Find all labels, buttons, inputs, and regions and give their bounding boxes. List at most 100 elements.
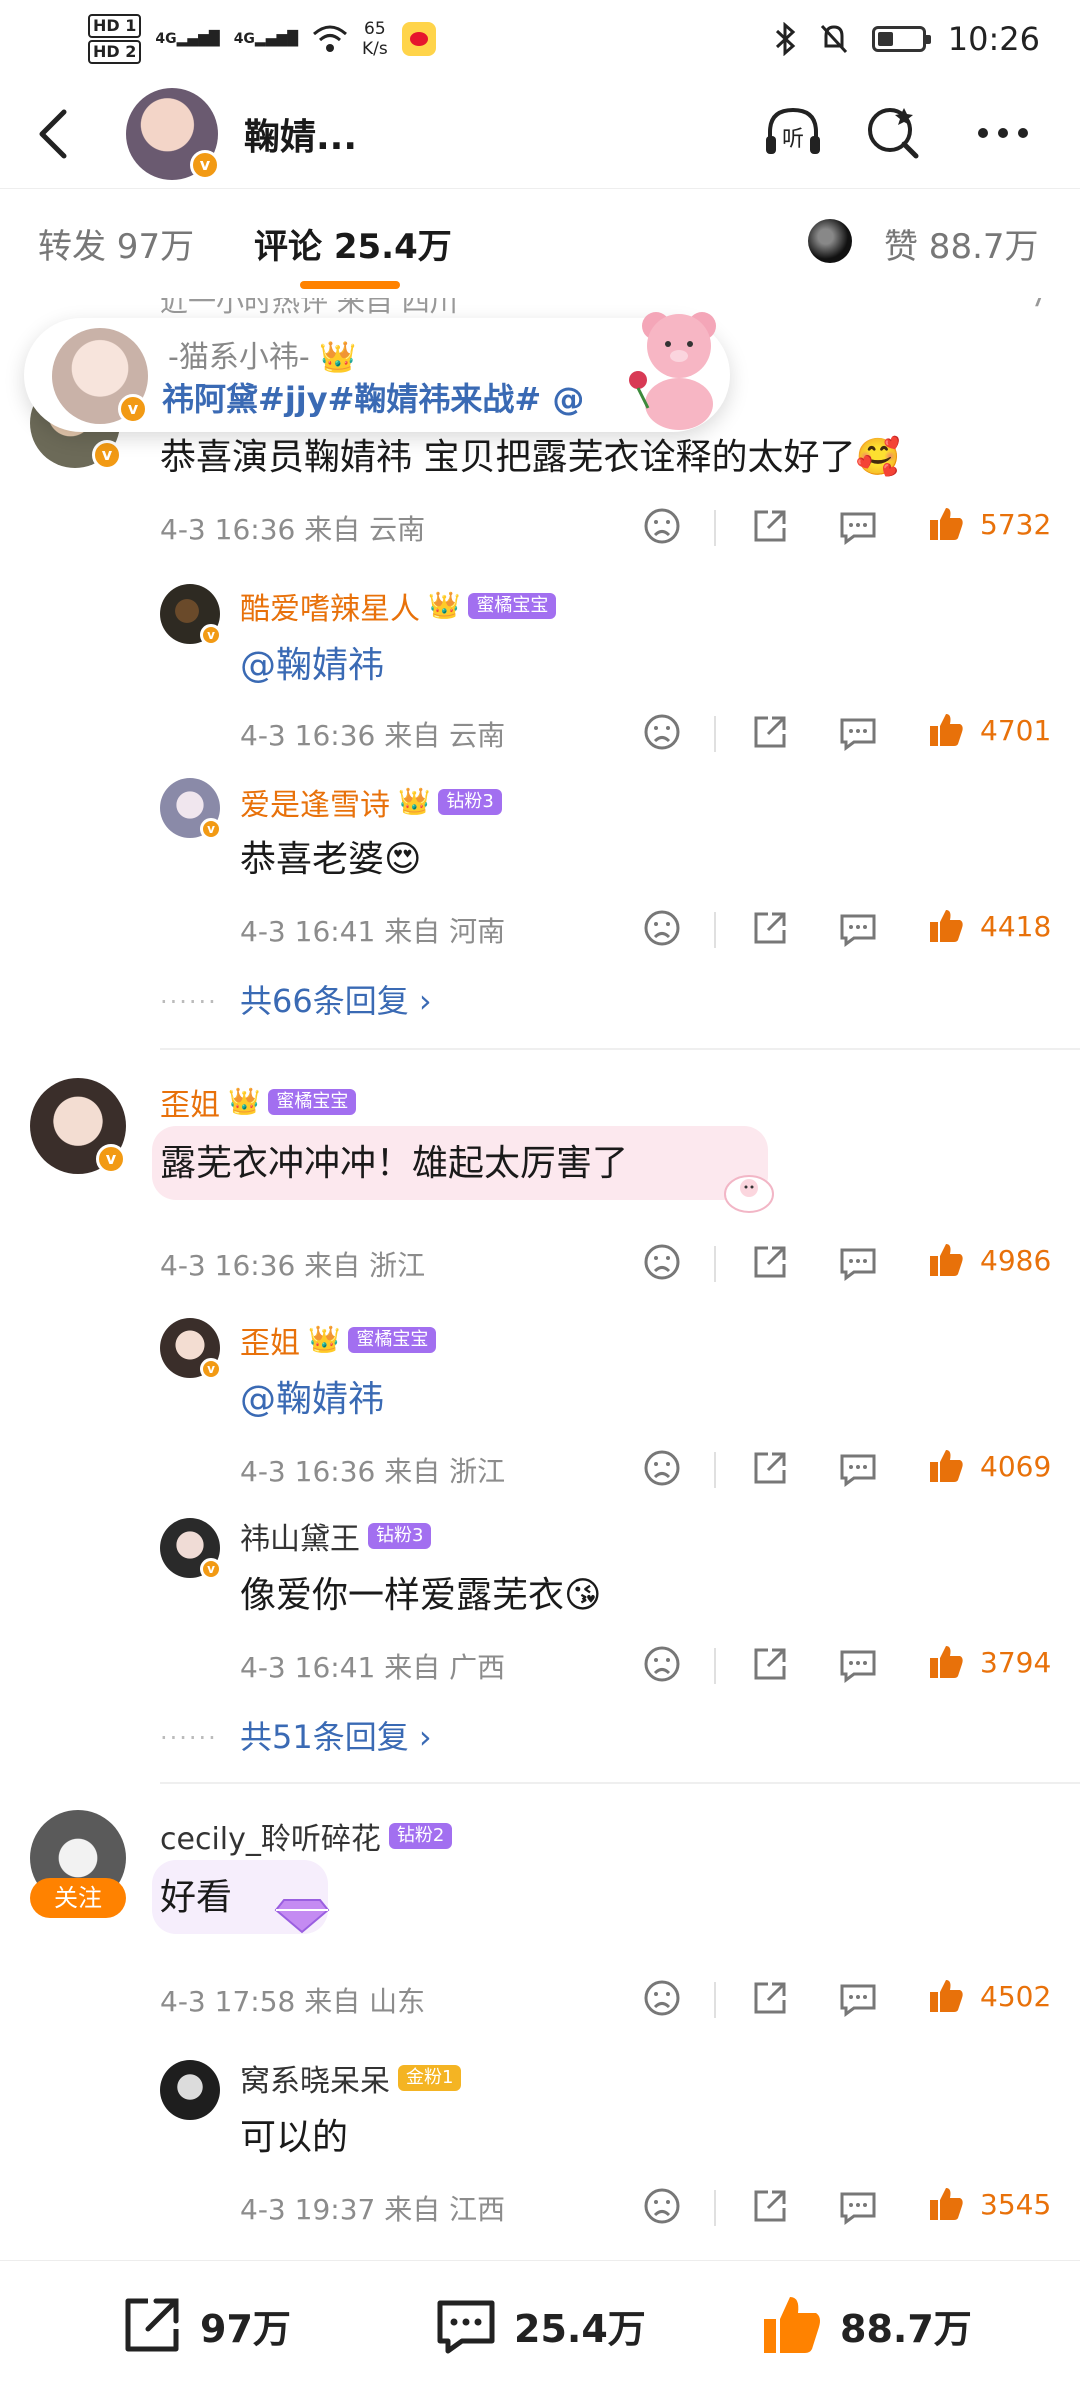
network-speed: 65 K/s: [362, 19, 388, 59]
like-thumb-icon[interactable]: [926, 1642, 966, 1682]
comment-meta: 4-3 16:36 来自 云南: [160, 513, 426, 546]
reply-avatar[interactable]: v: [160, 584, 222, 646]
more-replies-link[interactable]: 共66条回复 ›: [240, 976, 432, 1022]
action-divider: [714, 1452, 716, 1488]
more-options-icon[interactable]: [970, 100, 1036, 166]
share-icon[interactable]: [750, 1644, 790, 1684]
fan-badge: 蜜橘宝宝: [468, 593, 557, 619]
dislike-face-icon[interactable]: [642, 712, 682, 752]
fan-badge: 金粉1: [398, 2065, 462, 2091]
tab-comment[interactable]: 评论 25.4万: [254, 219, 452, 268]
reply-avatar[interactable]: v: [160, 1518, 222, 1580]
dislike-face-icon[interactable]: [642, 1644, 682, 1684]
like-thumb-icon[interactable]: [926, 1976, 966, 2016]
reply-text: 可以的: [240, 2117, 349, 2158]
floating-hot-comment-card[interactable]: v -猫系小祎- 👑 祎阿黛#jjy#鞠婧祎来战# @鞠: [24, 312, 730, 432]
liker-avatar: [808, 219, 852, 263]
tab-like[interactable]: 赞 88.7万: [884, 219, 1039, 268]
crown-icon: 👑: [228, 1087, 261, 1117]
reply-username[interactable]: 爱是逢雪诗 👑 钻粉3: [240, 780, 502, 824]
like-thumb-icon: [764, 2297, 820, 2353]
share-icon[interactable]: [750, 1448, 790, 1488]
reply-avatar[interactable]: v: [160, 1318, 222, 1380]
like-thumb-icon[interactable]: [926, 504, 966, 544]
dislike-face-icon[interactable]: [642, 2186, 682, 2226]
hd-indicator: HD 1 HD 2: [88, 14, 142, 64]
dislike-face-icon[interactable]: [642, 1448, 682, 1488]
like-button[interactable]: 88.7万: [758, 2291, 972, 2359]
reply-text[interactable]: @鞠婧祎: [240, 1370, 384, 1422]
page-title[interactable]: 鞠婧...: [244, 108, 357, 160]
reply-meta: 4-3 16:36 来自 云南: [240, 719, 506, 752]
action-divider: [714, 510, 716, 546]
dislike-face-icon[interactable]: [642, 908, 682, 948]
reply-dots: ······: [160, 1724, 218, 1752]
commenter-avatar[interactable]: v: [30, 1078, 126, 1174]
like-count: 88.7万: [840, 2306, 972, 2351]
reply-icon[interactable]: [838, 712, 878, 752]
reply-meta: 4-3 19:37 来自 江西: [240, 2193, 506, 2226]
verified-badge-icon: v: [200, 1558, 222, 1580]
action-divider: [714, 716, 716, 752]
crown-icon: 👑: [308, 1325, 341, 1355]
reply-username[interactable]: 歪姐 👑 蜜橘宝宝: [240, 1318, 437, 1362]
reply-icon[interactable]: [838, 1448, 878, 1488]
share-icon[interactable]: [750, 1978, 790, 2018]
author-avatar[interactable]: v: [126, 88, 220, 180]
share-icon[interactable]: [750, 712, 790, 752]
crown-icon: 👑: [398, 787, 431, 817]
listen-headphones-icon[interactable]: 听: [760, 100, 826, 166]
dislike-face-icon[interactable]: [642, 506, 682, 546]
reply-meta: 4-3 16:36 来自 浙江: [240, 1455, 506, 1488]
partial-like-count: 7: [1030, 298, 1048, 313]
repost-button[interactable]: 97万: [118, 2291, 291, 2359]
reply-text[interactable]: @鞠婧祎: [240, 636, 384, 688]
comment-list[interactable]: 近一小时热评 来自 四川 7 v 恭喜演员鞠婧祎 宝贝把露芜衣诠释的太好了🥰 4…: [0, 298, 1080, 2260]
reply-icon[interactable]: [838, 1644, 878, 1684]
share-icon[interactable]: [750, 908, 790, 948]
share-icon[interactable]: [750, 2186, 790, 2226]
reply-meta: 4-3 16:41 来自 广西: [240, 1651, 506, 1684]
reply-icon[interactable]: [838, 2186, 878, 2226]
tab-repost[interactable]: 转发 97万: [38, 219, 194, 268]
share-icon[interactable]: [750, 1242, 790, 1282]
comment-count: 25.4万: [514, 2306, 646, 2351]
reply-icon[interactable]: [838, 506, 878, 546]
fan-badge: 钻粉2: [388, 1823, 453, 1849]
reply-icon[interactable]: [838, 1978, 878, 2018]
verified-badge-icon: v: [92, 440, 122, 470]
action-divider: [714, 1246, 716, 1282]
more-replies-link[interactable]: 共51条回复 ›: [240, 1712, 432, 1758]
reply-username[interactable]: 祎山黛王 钻粉3: [240, 1514, 432, 1558]
share-icon[interactable]: [750, 506, 790, 546]
active-tab-indicator: [300, 281, 400, 289]
reply-avatar[interactable]: [160, 2060, 220, 2120]
verified-badge-icon: v: [118, 394, 148, 424]
action-divider: [714, 2190, 716, 2226]
commenter-username[interactable]: cecily_聆听碎花 钻粉2: [160, 1814, 453, 1858]
emoji-icon: 🥰: [855, 437, 901, 478]
float-card-tags[interactable]: 祎阿黛#jjy#鞠婧祎来战# @鞠: [162, 374, 582, 420]
commenter-username[interactable]: 歪姐 👑 蜜橘宝宝: [160, 1080, 357, 1124]
reply-avatar[interactable]: v: [160, 778, 222, 840]
back-arrow-icon[interactable]: [30, 104, 80, 164]
reply-icon[interactable]: [838, 1242, 878, 1282]
wifi-icon: [313, 25, 347, 52]
like-thumb-icon[interactable]: [926, 710, 966, 750]
comment-divider: [160, 1048, 1080, 1050]
dislike-face-icon[interactable]: [642, 1242, 682, 1282]
like-count: 3545: [980, 2188, 1052, 2221]
reply-icon[interactable]: [838, 908, 878, 948]
like-thumb-icon[interactable]: [926, 2184, 966, 2224]
like-thumb-icon[interactable]: [926, 1446, 966, 1486]
like-thumb-icon[interactable]: [926, 1240, 966, 1280]
follow-button[interactable]: 关注: [30, 1878, 126, 1918]
action-divider: [714, 1982, 716, 2018]
like-thumb-icon[interactable]: [926, 906, 966, 946]
hd1-label: HD 1: [88, 14, 142, 38]
search-icon[interactable]: [860, 100, 926, 166]
reply-username[interactable]: 窝系晓呆呆 金粉1: [240, 2056, 462, 2100]
comment-button[interactable]: 25.4万: [432, 2291, 646, 2359]
dislike-face-icon[interactable]: [642, 1978, 682, 2018]
reply-username[interactable]: 酷爱嗜辣星人 👑 蜜橘宝宝: [240, 584, 557, 628]
